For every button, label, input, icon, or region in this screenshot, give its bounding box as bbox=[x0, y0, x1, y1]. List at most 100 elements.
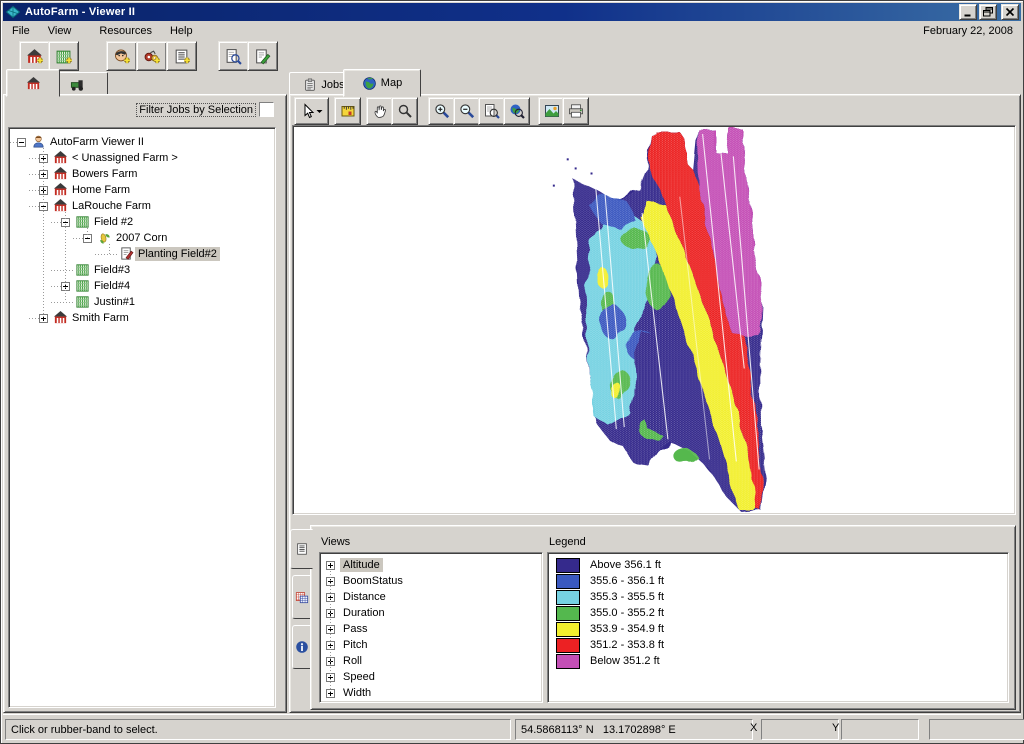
job-icon bbox=[119, 246, 135, 262]
menu-help[interactable]: Help bbox=[161, 23, 202, 40]
tree-item--unassigned-farm-[interactable]: < Unassigned Farm > bbox=[53, 150, 181, 166]
tree-item-field-3[interactable]: Field#3 bbox=[75, 262, 133, 278]
add-operator-button[interactable] bbox=[106, 41, 137, 71]
views-item-label: Duration bbox=[343, 607, 385, 619]
statusbar: Click or rubber-band to select. 54.58681… bbox=[3, 714, 1024, 741]
views-item-distance[interactable]: Distance bbox=[340, 589, 542, 605]
print-map-button[interactable] bbox=[562, 97, 589, 125]
map-canvas[interactable] bbox=[292, 125, 1016, 515]
views-list[interactable]: Altitude BoomStatus Distance Duration Pass Pi… bbox=[319, 552, 543, 703]
find-job-button[interactable] bbox=[218, 41, 249, 71]
filter-jobs-label: Filter Jobs by Selection bbox=[136, 102, 256, 117]
corn-icon bbox=[97, 230, 113, 246]
filter-row: Filter Jobs by Selection bbox=[136, 102, 274, 117]
tab-map[interactable]: Map bbox=[343, 69, 421, 97]
add-farm-button[interactable] bbox=[19, 41, 50, 71]
views-guide-line bbox=[330, 571, 331, 693]
tree-item-2007-corn[interactable]: 2007 Corn bbox=[97, 230, 170, 246]
tree-item-label: Planting Field#2 bbox=[135, 247, 220, 261]
legend-swatch bbox=[556, 605, 580, 621]
document-magnifier-icon bbox=[225, 48, 242, 65]
select-tool-button[interactable] bbox=[294, 97, 329, 125]
views-item-pass[interactable]: Pass bbox=[340, 621, 542, 637]
views-item-pitch[interactable]: Pitch bbox=[340, 637, 542, 653]
tree-item-field-4[interactable]: Field#4 bbox=[75, 278, 133, 294]
restore-button[interactable] bbox=[979, 4, 997, 20]
legend-entry: Below 351.2 ft bbox=[556, 653, 660, 669]
tree-expander-collapse[interactable] bbox=[17, 138, 26, 147]
zoom-in-button[interactable] bbox=[428, 97, 455, 125]
tree-item-label: LaRouche Farm bbox=[72, 200, 151, 212]
tree-item-home-farm[interactable]: Home Farm bbox=[53, 182, 133, 198]
add-field-button[interactable] bbox=[48, 41, 79, 71]
tree-connector bbox=[29, 174, 39, 175]
legend-entry: 355.3 - 355.5 ft bbox=[556, 589, 664, 605]
map-panel-body: Views Altitude BoomStatus Distance Duration… bbox=[289, 94, 1021, 713]
tree-item-smith-farm[interactable]: Smith Farm bbox=[53, 310, 132, 326]
map-toolbar bbox=[292, 97, 1018, 125]
legend-entry: Above 356.1 ft bbox=[556, 557, 661, 573]
menu-view[interactable]: View bbox=[39, 23, 81, 40]
filter-jobs-checkbox[interactable] bbox=[259, 102, 274, 117]
views-item-label: Width bbox=[343, 687, 372, 699]
tree-item-larouche-farm[interactable]: LaRouche Farm bbox=[53, 198, 154, 214]
tree-item-label: AutoFarm Viewer II bbox=[50, 136, 144, 148]
minimize-button[interactable] bbox=[959, 4, 977, 20]
tree-item-autofarm-viewer-ii[interactable]: AutoFarm Viewer II bbox=[31, 134, 147, 150]
menubar: File View Resources Help February 22, 2008 bbox=[3, 21, 1021, 41]
views-item-altitude[interactable]: Altitude bbox=[340, 557, 542, 573]
tree-item-justin-1[interactable]: Justin#1 bbox=[75, 294, 138, 310]
barn-icon bbox=[53, 182, 69, 198]
status-coordinates: 54.5868113° N 13.1702898° E bbox=[521, 723, 676, 736]
zoom-out-button[interactable] bbox=[453, 97, 480, 125]
views-item-boomstatus[interactable]: BoomStatus bbox=[340, 573, 542, 589]
menu-resources[interactable]: Resources bbox=[90, 23, 161, 40]
views-item-speed[interactable]: Speed bbox=[340, 669, 542, 685]
edit-report-button[interactable] bbox=[247, 41, 278, 71]
image-icon bbox=[544, 103, 560, 119]
zoom-page-icon bbox=[484, 103, 500, 119]
views-item-label: Pass bbox=[343, 623, 368, 635]
bottom-side-tabs bbox=[290, 527, 313, 712]
farm-tree[interactable]: AutoFarm Viewer II < Unassigned Farm > Bow… bbox=[8, 127, 276, 708]
views-item-label: BoomStatus bbox=[343, 575, 403, 587]
field-icon bbox=[75, 278, 91, 294]
measure-tool-button[interactable] bbox=[334, 97, 361, 125]
titlebar: AutoFarm - Viewer II bbox=[3, 3, 1021, 21]
views-item-duration[interactable]: Duration bbox=[340, 605, 542, 621]
tree-connector bbox=[29, 318, 39, 319]
zoom-tool-button[interactable] bbox=[391, 97, 418, 125]
info-icon bbox=[295, 640, 309, 654]
tree-item-bowers-farm[interactable]: Bowers Farm bbox=[53, 166, 140, 182]
add-crop-button[interactable] bbox=[166, 41, 197, 71]
legend-range-label: Below 351.2 ft bbox=[590, 655, 660, 667]
views-label: Views bbox=[321, 536, 351, 548]
zoom-world-button[interactable] bbox=[503, 97, 530, 125]
views-tab[interactable] bbox=[290, 529, 313, 569]
views-item-width[interactable]: Width bbox=[340, 685, 542, 701]
status-y-value-panel bbox=[841, 719, 919, 740]
views-item-roll[interactable]: Roll bbox=[340, 653, 542, 669]
machine-icon bbox=[70, 77, 85, 92]
tab-farms[interactable] bbox=[6, 69, 60, 97]
status-x-value-panel bbox=[761, 719, 839, 740]
zoom-extent-button[interactable] bbox=[478, 97, 505, 125]
close-button[interactable] bbox=[1001, 4, 1019, 20]
barn-icon bbox=[53, 310, 69, 326]
legend-swatch bbox=[556, 653, 580, 669]
export-image-button[interactable] bbox=[538, 97, 565, 125]
legend-entry: 355.0 - 355.2 ft bbox=[556, 605, 664, 621]
layers-tab[interactable] bbox=[292, 575, 312, 619]
horizontal-splitter[interactable] bbox=[292, 515, 1016, 525]
date-display: February 22, 2008 bbox=[923, 25, 1013, 37]
add-equipment-button[interactable] bbox=[136, 41, 167, 71]
tree-item-field-2[interactable]: Field #2 bbox=[75, 214, 136, 230]
clipboard-icon bbox=[303, 78, 317, 92]
tree-guide-line bbox=[65, 212, 66, 302]
tree-item-planting-field-2[interactable]: Planting Field#2 bbox=[119, 246, 220, 262]
info-tab[interactable] bbox=[292, 625, 312, 669]
tree-connector bbox=[29, 158, 39, 159]
views-expander-expand[interactable] bbox=[326, 561, 335, 570]
menu-file[interactable]: File bbox=[3, 23, 39, 40]
pan-tool-button[interactable] bbox=[366, 97, 393, 125]
